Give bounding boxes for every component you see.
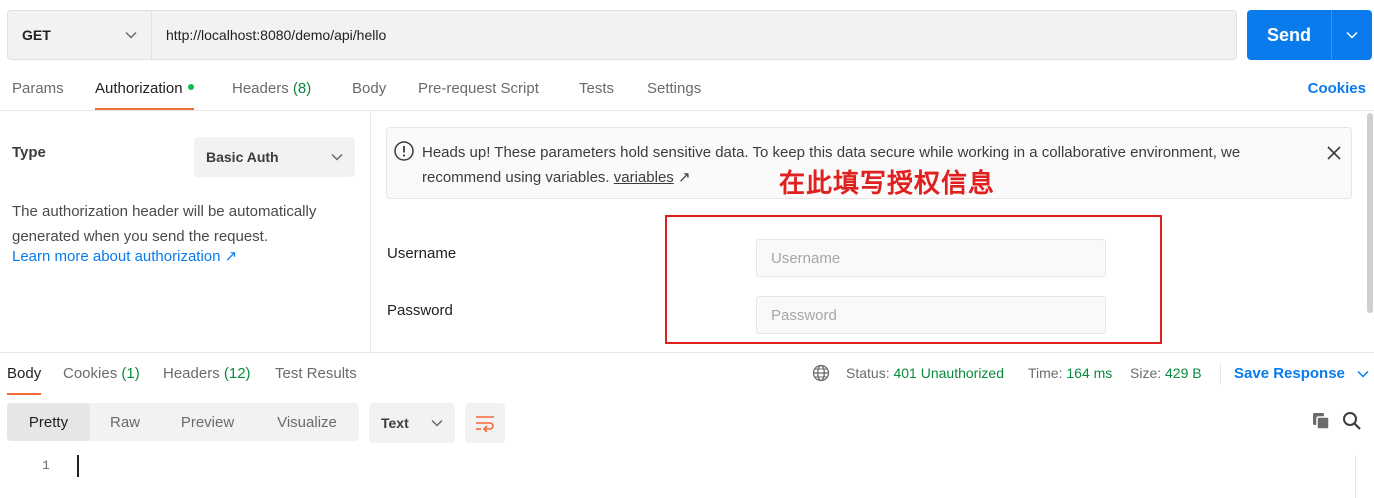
url-bar: GET http://localhost:8080/demo/api/hello [7, 10, 1237, 60]
view-preview-button[interactable]: Preview [160, 403, 255, 441]
tab-headers[interactable]: Headers (8) [232, 80, 311, 110]
auth-type-select[interactable]: Basic Auth [194, 137, 355, 177]
tab-authorization[interactable]: Authorization [95, 80, 194, 110]
method-label: GET [22, 27, 51, 43]
variables-link[interactable]: variables [614, 169, 674, 186]
view-mode-group: Pretty Raw Preview Visualize [7, 403, 359, 441]
size-value: 429 B [1165, 365, 1202, 381]
time-label: Time: [1028, 365, 1063, 381]
tab-authorization-label: Authorization [95, 80, 183, 97]
response-tab-headers[interactable]: Headers (12) [163, 365, 251, 395]
format-value: Text [381, 415, 409, 431]
time-value: 164 ms [1066, 365, 1113, 381]
view-pretty-button[interactable]: Pretty [7, 403, 90, 441]
time-readout: Time: 164 ms [1028, 365, 1112, 381]
auth-type-value: Basic Auth [206, 149, 279, 165]
tab-prerequest-script[interactable]: Pre-request Script [418, 80, 539, 110]
response-tab-cookies[interactable]: Cookies (1) [63, 365, 140, 395]
info-icon [394, 141, 414, 161]
annotation-highlight-box [665, 215, 1162, 344]
send-label: Send [1247, 10, 1332, 60]
line-number: 1 [42, 458, 50, 473]
external-link-icon: ↗ [677, 169, 691, 186]
save-response-label: Save Response [1234, 365, 1345, 382]
copy-icon[interactable] [1311, 411, 1331, 431]
auth-type-panel: Type Basic Auth The authorization header… [0, 111, 371, 352]
text-cursor [77, 455, 79, 477]
response-tab-body[interactable]: Body [7, 365, 42, 395]
tab-headers-count: (8) [292, 80, 312, 97]
annotation-text: 在此填写授权信息 [779, 169, 996, 199]
response-tab-headers-label: Headers [163, 365, 220, 382]
send-options-button[interactable] [1332, 10, 1372, 60]
tab-tests[interactable]: Tests [579, 80, 614, 110]
method-select[interactable]: GET [8, 11, 152, 59]
format-select[interactable]: Text [369, 403, 455, 443]
password-label: Password [387, 302, 453, 319]
view-raw-button[interactable]: Raw [90, 403, 160, 441]
username-label: Username [387, 245, 457, 262]
url-input[interactable]: http://localhost:8080/demo/api/hello [152, 11, 1236, 59]
chevron-down-icon [125, 31, 137, 39]
cookies-link[interactable]: Cookies [1308, 80, 1366, 97]
wrap-lines-icon [476, 416, 494, 432]
tab-headers-label: Headers [232, 80, 289, 97]
globe-icon[interactable] [812, 364, 830, 382]
response-tab-test-results[interactable]: Test Results [275, 365, 357, 395]
status-value: 401 Unauthorized [893, 365, 1005, 381]
chevron-down-icon [431, 419, 443, 427]
divider [1220, 363, 1221, 385]
editor-scrollbar-track[interactable] [1355, 455, 1374, 498]
response-tab-cookies-label: Cookies [63, 365, 118, 382]
wrap-lines-button[interactable] [465, 403, 505, 443]
chevron-down-icon [1346, 31, 1358, 39]
chevron-down-icon [331, 153, 343, 161]
chevron-down-icon [1357, 370, 1369, 378]
size-readout: Size: 429 B [1130, 365, 1202, 381]
response-tab-cookies-count: (1) [121, 365, 140, 382]
status-label: Status: [846, 365, 890, 381]
request-tabs: Params Authorization Headers (8) Body Pr… [0, 70, 1374, 111]
response-tabs: Body Cookies (1) Headers (12) Test Resul… [0, 352, 1374, 395]
size-label: Size: [1130, 365, 1162, 381]
tab-body[interactable]: Body [352, 80, 386, 110]
search-icon[interactable] [1342, 411, 1362, 431]
type-label: Type [12, 144, 46, 161]
learn-more-link[interactable]: Learn more about authorization ↗ [12, 247, 237, 265]
tab-settings[interactable]: Settings [647, 80, 701, 110]
url-text: http://localhost:8080/demo/api/hello [166, 27, 387, 43]
tab-params[interactable]: Params [12, 80, 64, 110]
close-icon[interactable] [1325, 144, 1343, 162]
vertical-scrollbar[interactable] [1367, 113, 1373, 313]
auth-description: The authorization header will be automat… [12, 203, 317, 245]
save-response-button[interactable]: Save Response [1234, 365, 1369, 382]
send-button[interactable]: Send [1247, 10, 1372, 60]
view-visualize-button[interactable]: Visualize [255, 403, 359, 441]
active-indicator-dot [187, 84, 194, 91]
response-tab-headers-count: (12) [223, 365, 251, 382]
status-readout: Status: 401 Unauthorized [846, 365, 1004, 381]
